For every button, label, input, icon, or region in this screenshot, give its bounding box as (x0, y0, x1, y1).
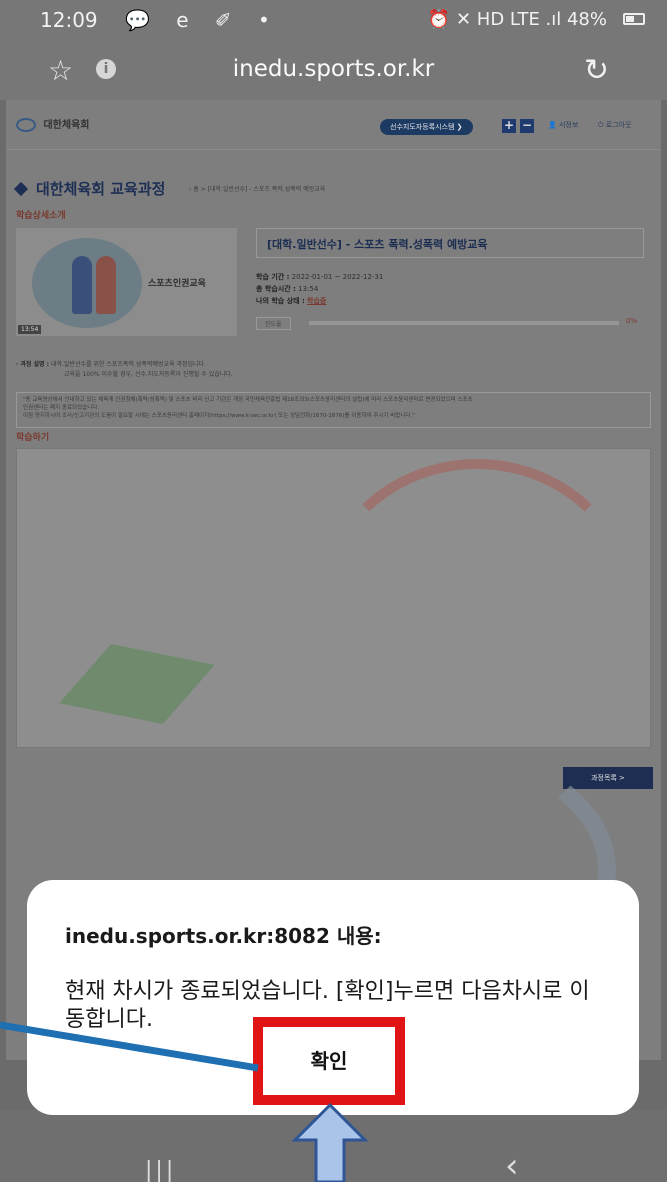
breadcrumb: › 홈 > [대학.일반선수] - 스포츠 폭력.성폭력 예방교육 (189, 186, 326, 193)
total-study-time: 총 학습시간 : 13:54 (256, 284, 318, 294)
user-info-label: 서정보 (558, 121, 579, 129)
description-line-2: 교육을 100% 이수할 경우, 선수.지도자등록이 진행될 수 있습니다. (64, 371, 233, 378)
study-status-label: 나의 학습 상태 : (256, 297, 305, 305)
logo-mark-icon (16, 118, 36, 132)
thumbnail-duration: 13:54 (18, 325, 42, 334)
notice-line-1: "동 교육영상에서 안내하고 있는 체육계 인권침해(폭력/성폭력) 및 스포츠… (23, 397, 473, 403)
progress-label: 진도율 (256, 317, 291, 330)
study-period-value: 2022-01-01 ~ 2022-12-31 (291, 273, 384, 281)
status-bar: 12:09 💬 e ✐ • ⏰ ✕ HD LTE .ıl 48% (0, 0, 667, 40)
confirm-button[interactable]: 확인 (253, 1017, 405, 1105)
recent-apps-icon[interactable]: ||| (145, 1158, 176, 1182)
video-grass-plot-graphic (59, 644, 215, 724)
zoom-in-button[interactable]: + (502, 119, 516, 133)
alert-dialog: inedu.sports.or.kr:8082 내용: 현재 차시가 종료되었습… (27, 880, 639, 1115)
logout-label: 로그아웃 (605, 121, 632, 129)
video-player[interactable] (16, 448, 651, 748)
study-period: 학습 기간 : 2022-01-01 ~ 2022-12-31 (256, 272, 383, 282)
study-status-value: 학습중 (307, 297, 327, 305)
registration-system-button[interactable]: 선수지도자등록시스템 ❯ (380, 119, 473, 135)
system-nav-bar: ||| ‹ (0, 1110, 667, 1182)
thumbnail-figure-male (72, 256, 92, 314)
course-list-button[interactable]: 과정목록 > (563, 767, 653, 789)
address-bar[interactable]: inedu.sports.or.kr (0, 56, 667, 82)
reload-icon[interactable]: ↻ (584, 53, 609, 88)
video-swirl-graphic (317, 459, 637, 747)
notice-box: "동 교육영상에서 안내하고 있는 체육계 인권침해(폭력/성폭력) 및 스포츠… (16, 392, 651, 428)
back-icon[interactable]: ‹ (505, 1146, 519, 1182)
status-time: 12:09 (40, 8, 98, 32)
detail-section-label: 학습상세소개 (16, 211, 66, 221)
site-logo[interactable]: 대한체육회 (16, 116, 89, 132)
total-time-label: 총 학습시간 : (256, 285, 296, 293)
course-thumbnail: 스포츠인권교육 13:54 (16, 228, 237, 336)
course-description: · 과정 설명 : 대학.일반선수를 위한 스포츠폭력.성폭력예방교육 과정입니… (16, 360, 233, 380)
browser-toolbar: ☆ i inedu.sports.or.kr ↻ (0, 40, 667, 100)
notification-icons: 💬 e ✐ • (125, 8, 280, 32)
logout-link[interactable]: ⏻ 로그아웃 (598, 120, 632, 130)
progress-bar (309, 321, 619, 325)
site-header: 대한체육회 선수지도자등록시스템 ❯ + − 👤 서정보 ⏻ 로그아웃 (6, 100, 661, 150)
thumbnail-figure-female (96, 256, 116, 314)
study-period-label: 학습 기간 : (256, 273, 290, 281)
logo-text: 대한체육회 (43, 120, 90, 131)
zoom-out-button[interactable]: − (520, 119, 534, 133)
notice-line-2: 인권센터는 폐지 종료되었습니다. (23, 405, 100, 411)
course-name-box: [대학.일반선수] - 스포츠 폭력.성폭력 예방교육 (256, 228, 644, 258)
learn-section-label: 학습하기 (16, 433, 50, 443)
battery-icon (623, 13, 645, 25)
description-label: · 과정 설명 : (16, 361, 50, 368)
user-info-link[interactable]: 👤 서정보 (548, 120, 578, 130)
dialog-title: inedu.sports.or.kr:8082 내용: (65, 924, 382, 948)
system-status-icons: ⏰ ✕ HD LTE .ıl 48% (427, 9, 607, 30)
title-diamond-icon (13, 181, 29, 197)
page-title: 대한체육회 교육과정 (13, 178, 166, 199)
thumbnail-title: 스포츠인권교육 (148, 279, 206, 289)
study-status: 나의 학습 상태 : 학습중 (256, 296, 326, 306)
notice-line-3: 이점 양지하시어 조사/신고기관의 도움이 필요할 시에는 스포츠윤리센터 홈페… (23, 413, 415, 419)
total-time-value: 13:54 (298, 285, 319, 293)
page-title-text: 대한체육회 교육과정 (36, 180, 166, 198)
description-line-1: 대학.일반선수를 위한 스포츠폭력.성폭력예방교육 과정입니다. (50, 361, 206, 368)
progress-percent: 0% (626, 317, 638, 325)
